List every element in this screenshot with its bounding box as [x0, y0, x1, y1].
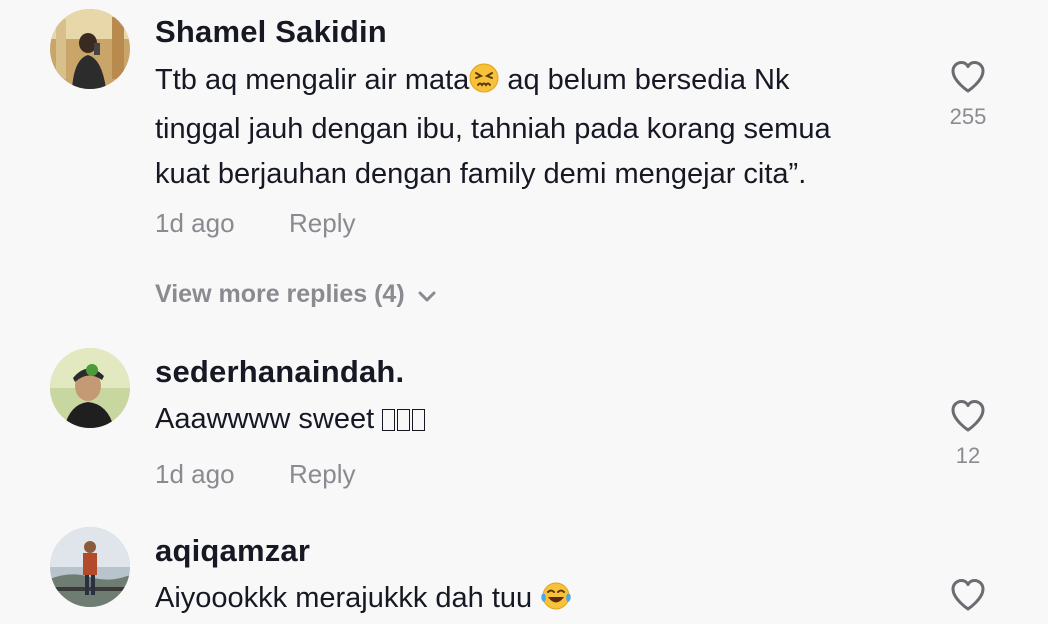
unrendered-emoji-icon [382, 403, 427, 435]
comment-text-line: kuat berjauhan dengan family demi mengej… [155, 158, 807, 190]
avatar-image [50, 9, 130, 89]
heart-icon[interactable] [950, 60, 986, 94]
reply-button[interactable]: Reply [289, 208, 355, 239]
comment-meta: 1d ago Reply [155, 459, 355, 490]
avatar-image [50, 348, 130, 428]
like-count: 255 [949, 104, 987, 129]
like-group [940, 578, 996, 612]
timestamp: 1d ago [155, 459, 235, 489]
comment-text: Ttb aq mengalir air mata aq belum bersed… [155, 58, 831, 197]
chevron-down-icon [418, 291, 436, 302]
username[interactable]: aqiqamzar [155, 533, 310, 569]
heart-icon[interactable] [950, 578, 986, 612]
avatar[interactable] [50, 9, 130, 89]
comment-text-line: tinggal jauh dengan ibu, tahniah pada ko… [155, 113, 831, 145]
like-group: 255 [940, 60, 996, 130]
comment-text-segment: Aiyoookkk merajukkk dah tuu [155, 582, 541, 614]
persevering-face-emoji-icon [469, 62, 499, 107]
tears-of-joy-emoji-icon [540, 580, 572, 624]
comment-meta: 1d ago Reply [155, 208, 355, 239]
timestamp: 1d ago [155, 208, 235, 238]
view-more-replies-button[interactable]: View more replies (4) [155, 280, 437, 309]
heart-icon[interactable] [950, 399, 986, 433]
comment-text-segment: Ttb aq mengalir air mata [155, 64, 470, 96]
username[interactable]: sederhanaindah. [155, 354, 404, 390]
comment-text: Aiyoookkk merajukkk dah tuu [155, 576, 572, 624]
view-more-replies-label: View more replies (4) [155, 280, 405, 308]
reply-button[interactable]: Reply [289, 459, 355, 490]
avatar[interactable] [50, 527, 130, 607]
comment-text-segment: Aaawwww sweet [155, 403, 383, 435]
username[interactable]: Shamel Sakidin [155, 14, 387, 50]
like-group: 12 [940, 399, 996, 469]
like-count: 12 [955, 443, 981, 468]
comment-text-segment: aq belum bersedia Nk [499, 64, 790, 96]
avatar-image [50, 527, 130, 607]
avatar[interactable] [50, 348, 130, 428]
comment-text: Aaawwww sweet [155, 397, 427, 442]
